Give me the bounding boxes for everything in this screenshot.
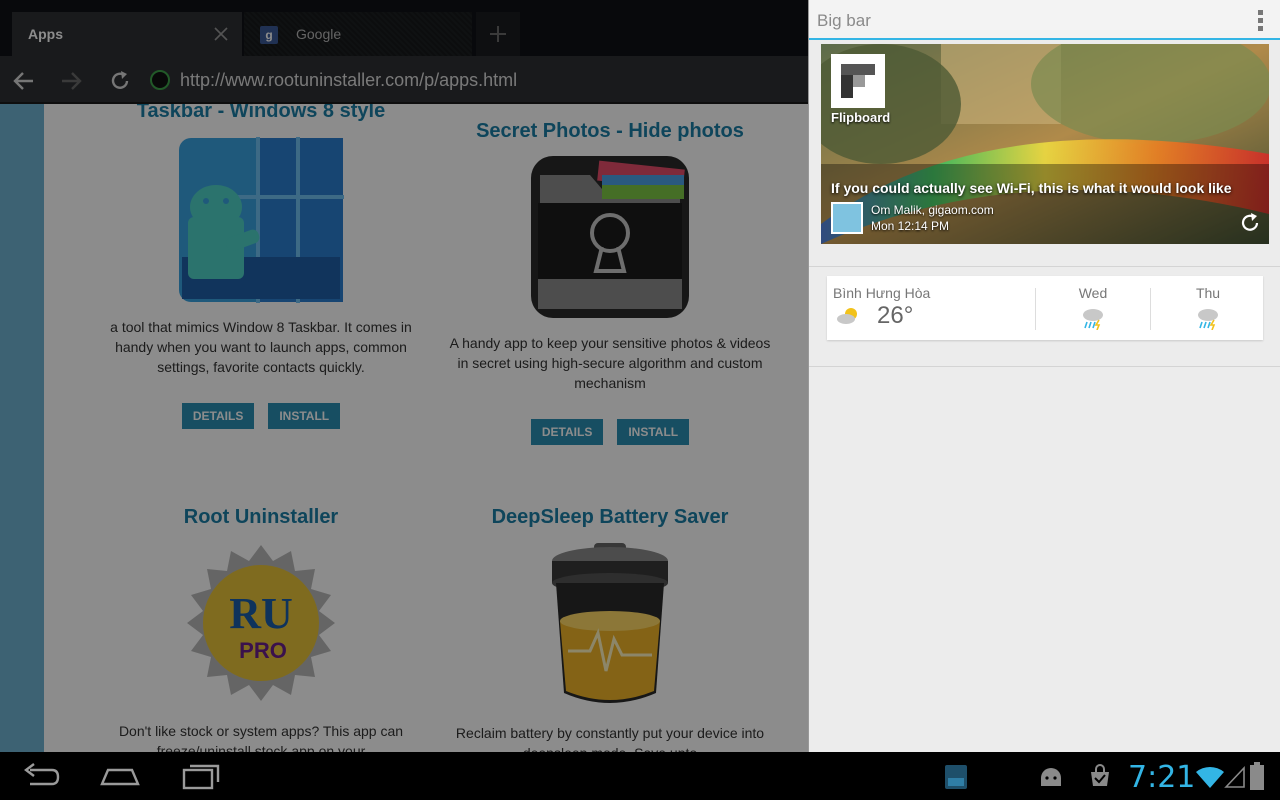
browser-toolbar: http://www.rootuninstaller.com/p/apps.ht… — [0, 56, 808, 104]
thunderstorm-icon — [1083, 309, 1103, 330]
close-icon[interactable] — [212, 25, 230, 43]
app-card-deepsleep: DeepSleep Battery Saver Reclaim battery … — [440, 506, 780, 752]
refresh-icon[interactable] — [1239, 212, 1261, 234]
page-sidebar-strip — [0, 104, 44, 752]
browser-window: Apps g Google http://www.rootuninstaller… — [0, 0, 808, 752]
root-uninstaller-app-icon: RU PRO — [187, 545, 335, 701]
signal-icon — [1224, 766, 1245, 788]
wifi-icon — [1196, 766, 1224, 788]
web-page[interactable]: Taskbar - Windows 8 style a tool that mi… — [0, 104, 808, 752]
weather-card[interactable]: Bình Hưng Hòa 26° Wed Thu — [827, 276, 1263, 340]
new-tab-button[interactable] — [476, 12, 520, 56]
site-icon — [150, 70, 170, 90]
app-buttons: DETAILS INSTALL — [440, 419, 780, 445]
app-description: Reclaim battery by constantly put your d… — [455, 725, 765, 752]
notification-app-icon[interactable] — [944, 764, 968, 790]
forecast-day-wed: Wed — [1078, 285, 1108, 301]
overflow-menu-icon[interactable] — [1258, 10, 1264, 32]
app-title[interactable]: DeepSleep Battery Saver — [440, 506, 780, 529]
app-description: A handy app to keep your sensitive photo… — [449, 335, 771, 391]
app-description: Don't like stock or system apps? This ap… — [118, 723, 404, 752]
divider — [1150, 288, 1151, 330]
app-icon-ru-text: RU — [229, 589, 293, 638]
google-favicon-icon: g — [260, 26, 278, 44]
install-button[interactable]: INSTALL — [268, 403, 341, 429]
app-title[interactable]: Root Uninstaller — [91, 506, 431, 529]
panel-title: Big bar — [817, 11, 871, 30]
forward-icon[interactable] — [58, 68, 84, 94]
app-card-secret-photos: Secret Photos - Hide photos A handy app … — [440, 120, 780, 445]
flipboard-card[interactable]: Flipboard If you could actually see Wi-F… — [821, 44, 1269, 244]
app-card-root-uninstaller: Root Uninstaller RU PRO Don't like stock… — [91, 506, 431, 752]
tab-strip: Apps g Google — [0, 0, 808, 56]
taskbar-app-icon — [179, 137, 344, 303]
clock[interactable]: 7:21 — [1128, 760, 1195, 795]
reload-icon[interactable] — [107, 68, 133, 94]
app-buttons: DETAILS INSTALL — [91, 403, 431, 429]
divider — [1035, 288, 1036, 330]
divider — [809, 366, 1280, 367]
flipboard-author: Om Malik, gigaom.com — [871, 203, 994, 217]
deepsleep-battery-app-icon — [552, 543, 668, 703]
flipboard-brand: Flipboard — [831, 110, 891, 125]
battery-icon — [1250, 762, 1264, 790]
flipboard-logo-icon — [831, 54, 885, 108]
system-bar: 7:21 — [0, 752, 1280, 800]
back-icon[interactable] — [11, 68, 37, 94]
big-bar-panel: Big bar Flipboard If you could actually … — [808, 0, 1280, 752]
app-card-taskbar: Taskbar - Windows 8 style a tool that mi… — [91, 104, 431, 429]
tab-apps[interactable]: Apps — [12, 12, 242, 56]
forecast-day-thu: Thu — [1195, 285, 1221, 301]
url-field[interactable]: http://www.rootuninstaller.com/p/apps.ht… — [180, 70, 517, 91]
tab-label: Apps — [28, 26, 63, 42]
plus-icon — [490, 26, 506, 42]
flipboard-headline[interactable]: If you could actually see Wi-Fi, this is… — [831, 180, 1232, 196]
install-button[interactable]: INSTALL — [617, 419, 690, 445]
details-button[interactable]: DETAILS — [530, 419, 604, 445]
tab-google[interactable]: g Google — [244, 12, 472, 56]
android-notification-icon[interactable] — [1038, 766, 1064, 788]
back-nav-icon[interactable] — [22, 762, 60, 790]
partly-cloudy-icon — [837, 308, 857, 324]
flipboard-time: Mon 12:14 PM — [871, 219, 950, 233]
weather-location: Bình Hưng Hòa — [833, 285, 931, 301]
shopping-bag-check-icon[interactable] — [1088, 764, 1112, 788]
page-content: Taskbar - Windows 8 style a tool that mi… — [44, 104, 808, 752]
panel-header: Big bar — [809, 0, 1280, 40]
app-title[interactable]: Secret Photos - Hide photos — [440, 120, 780, 143]
secret-photos-app-icon — [531, 156, 689, 318]
author-avatar — [831, 202, 863, 234]
recent-apps-icon[interactable] — [182, 762, 220, 790]
app-icon-pro-text: PRO — [239, 638, 287, 663]
divider — [809, 266, 1280, 267]
home-nav-icon[interactable] — [100, 762, 140, 790]
weather-temperature: 26° — [877, 302, 914, 329]
app-description: a tool that mimics Window 8 Taskbar. It … — [110, 319, 412, 375]
tab-label: Google — [296, 26, 342, 42]
thunderstorm-icon — [1198, 309, 1218, 330]
details-button[interactable]: DETAILS — [181, 403, 255, 429]
app-title[interactable]: Taskbar - Windows 8 style — [91, 104, 431, 123]
